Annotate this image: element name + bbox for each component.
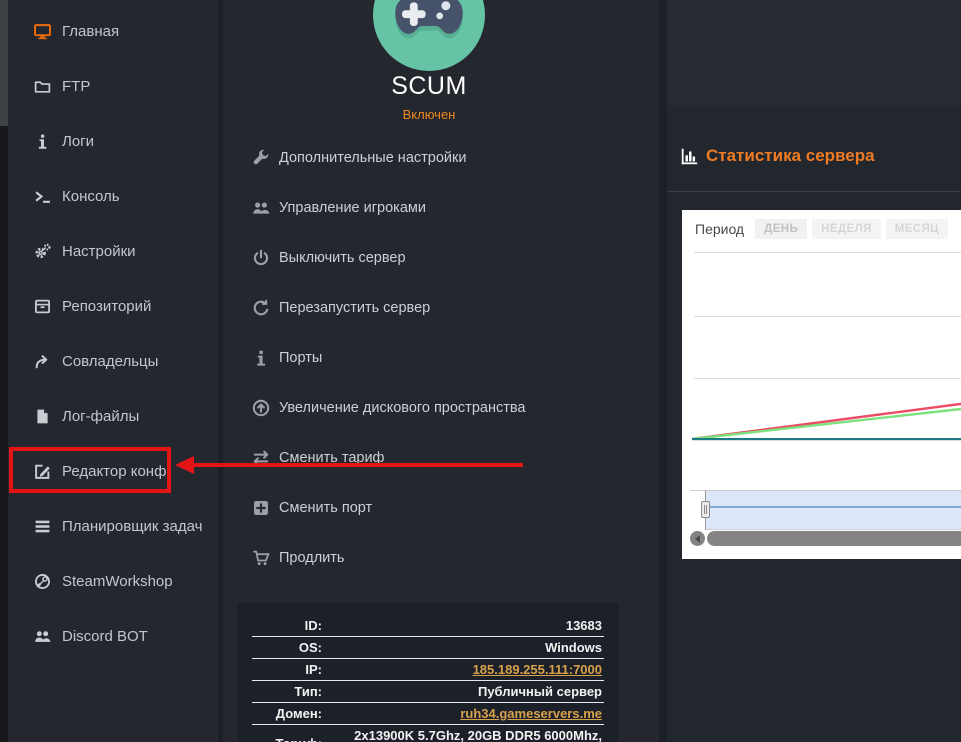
server-actions-list: Дополнительные настройки Управление игро… — [223, 133, 635, 583]
info-row: Тип:Публичный сервер — [252, 681, 604, 703]
annotation-arrow-head — [175, 456, 194, 474]
action-item[interactable]: Перезапустить сервер — [223, 283, 635, 333]
sidebar-nav: Главная FTP Логи Консоль Настройки Репоз… — [8, 0, 218, 742]
divider — [667, 191, 961, 192]
info-label: Домен: — [252, 703, 324, 725]
action-item[interactable]: Дополнительные настройки — [223, 133, 635, 183]
page-scrollbar[interactable] — [0, 0, 8, 742]
info-value[interactable]: ruh34.gameservers.me — [324, 703, 604, 725]
info-value: 13683 — [324, 615, 604, 637]
archive-icon — [33, 298, 51, 316]
gameservers-control-panel: Главная FTP Логи Консоль Настройки Репоз… — [0, 0, 961, 742]
sidebar-item[interactable]: FTP — [8, 59, 218, 114]
refresh-icon — [252, 299, 270, 317]
bar-chart-icon — [680, 147, 699, 166]
server-info-table: ID:13683OS:WindowsIP: 185.189.255.111:700… — [252, 615, 604, 742]
action-item[interactable]: Увеличение дискового пространства — [223, 383, 635, 433]
info-row: Домен: ruh34.gameservers.me — [252, 703, 604, 725]
info-value[interactable]: 185.189.255.111:7000 — [324, 659, 604, 681]
info-link[interactable]: 185.189.255.111:7000 — [473, 662, 602, 677]
action-item[interactable]: Управление игроками — [223, 183, 635, 233]
navigator-handle[interactable] — [701, 501, 710, 518]
stats-panel: Статистика сервера Период ДЕНЬНЕДЕЛЯМЕСЯ… — [667, 0, 961, 742]
sidebar-item[interactable]: Настройки — [8, 224, 218, 279]
info-row: OS:Windows — [252, 637, 604, 659]
wrench-icon — [252, 149, 270, 167]
server-avatar — [373, 0, 485, 71]
steam-icon — [33, 573, 51, 591]
stats-header: Статистика сервера — [680, 146, 875, 166]
info-label: OS: — [252, 637, 324, 659]
info-link[interactable]: ruh34.gameservers.me — [460, 706, 602, 721]
stats-chart-card: Период ДЕНЬНЕДЕЛЯМЕСЯЦ — [682, 210, 961, 559]
share-arrow-icon — [33, 353, 51, 371]
info-icon — [252, 349, 270, 367]
info-label: IP: — [252, 659, 324, 681]
annotation-arrow-line — [193, 463, 523, 467]
info-value: Windows — [324, 637, 604, 659]
monitor-icon — [33, 23, 51, 41]
list-icon — [33, 518, 51, 536]
page-scrollbar-thumb[interactable] — [0, 0, 8, 126]
server-status-badge: Включен — [223, 107, 635, 122]
sidebar-item[interactable]: Логи — [8, 114, 218, 169]
sidebar-item[interactable]: Планировщик задач — [8, 499, 218, 554]
server-name: SCUM — [223, 72, 635, 101]
chart-scrollbar-thumb[interactable] — [707, 531, 961, 546]
action-item[interactable]: Порты — [223, 333, 635, 383]
users-icon — [33, 628, 51, 646]
server-panel: SCUM Включен Дополнительные настройки Уп… — [223, 0, 659, 742]
info-row: IP: 185.189.255.111:7000 — [252, 659, 604, 681]
info-value: Публичный сервер — [324, 681, 604, 703]
info-row: ID:13683 — [252, 615, 604, 637]
users-icon — [252, 199, 270, 217]
cart-icon — [252, 549, 270, 567]
folder-icon — [33, 78, 51, 96]
sidebar-item[interactable]: Discord BOT — [8, 609, 218, 664]
action-item[interactable]: Выключить сервер — [223, 233, 635, 283]
file-icon — [33, 408, 51, 426]
action-item[interactable]: Сменить порт — [223, 483, 635, 533]
sidebar-item[interactable]: Главная — [8, 4, 218, 59]
gamepad-icon — [393, 0, 465, 46]
sidebar-item[interactable]: Лог-файлы — [8, 389, 218, 444]
info-label: Тариф: — [252, 725, 324, 742]
power-icon — [252, 249, 270, 267]
terminal-icon — [33, 188, 51, 206]
chart-navigator[interactable] — [705, 491, 961, 530]
info-value: 2x13900K 5.7Ghz, 20GB DDR5 6000Mhz, 50GB — [324, 725, 604, 742]
info-icon — [33, 133, 51, 151]
info-label: ID: — [252, 615, 324, 637]
gears-icon — [33, 243, 51, 261]
sidebar-item[interactable]: Консоль — [8, 169, 218, 224]
action-item[interactable]: Продлить — [223, 533, 635, 583]
sidebar-item[interactable]: Репозиторий — [8, 279, 218, 334]
sidebar-item[interactable]: SteamWorkshop — [8, 554, 218, 609]
stats-title: Статистика сервера — [706, 146, 875, 166]
green-line — [692, 409, 961, 439]
annotation-box — [9, 447, 171, 493]
sidebar-item[interactable]: Совладельцы — [8, 334, 218, 389]
right-column-spacer — [667, 0, 961, 105]
plus-square-icon — [252, 499, 270, 517]
info-row: Тариф:2x13900K 5.7Ghz, 20GB DDR5 6000Mhz… — [252, 725, 604, 742]
action-item[interactable]: Сменить тариф — [223, 433, 635, 483]
info-label: Тип: — [252, 681, 324, 703]
server-info-panel: ID:13683OS:WindowsIP: 185.189.255.111:700… — [237, 603, 619, 742]
navigator-series-line — [705, 506, 961, 508]
scrollbar-left-arrow-button[interactable] — [690, 531, 705, 546]
arrow-up-circle-icon — [252, 399, 270, 417]
